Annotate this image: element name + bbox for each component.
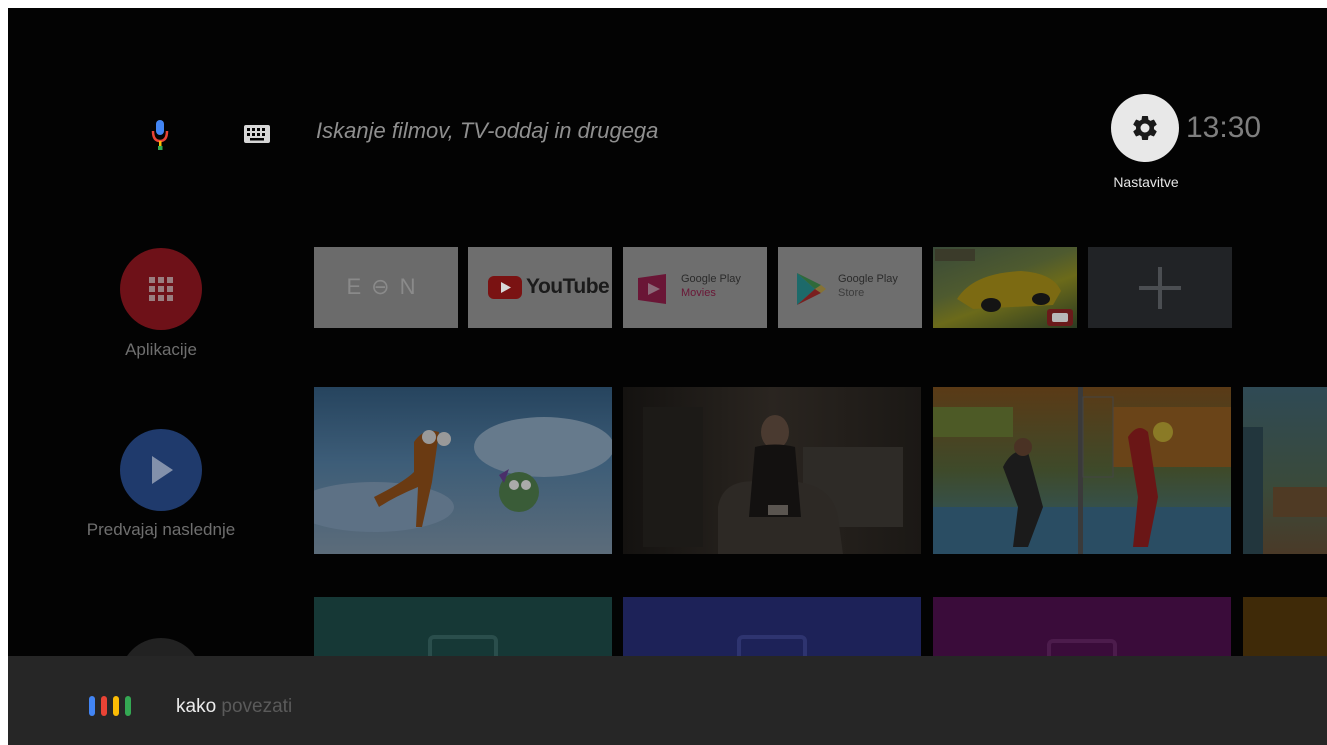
assistant-dot-red	[101, 696, 107, 716]
clock: 13:30	[1186, 111, 1262, 144]
app-tile-youtube[interactable]: YouTube	[468, 247, 612, 328]
settings-button[interactable]	[1111, 94, 1179, 162]
add-app-tile[interactable]	[1088, 247, 1232, 328]
gear-icon	[1133, 115, 1157, 140]
keyboard-icon[interactable]	[243, 124, 271, 144]
play-movies-line1: Google Play	[681, 273, 741, 285]
settings-label: Nastavitve	[1113, 174, 1179, 190]
apps-grid-icon	[149, 277, 173, 301]
youtube-play-icon	[488, 276, 522, 299]
racing-car-image	[935, 249, 1073, 326]
play-store-line1: Google Play	[838, 273, 898, 285]
content-card-volleyball[interactable]	[933, 387, 1231, 554]
query-suggested-text: povezati	[216, 696, 293, 717]
content-card-drama[interactable]	[623, 387, 921, 554]
play-icon	[152, 456, 173, 484]
app-tile-racing-game[interactable]	[933, 247, 1077, 328]
app-tile-eon[interactable]: E⊖N	[314, 247, 458, 328]
play-next-label: Predvajaj naslednje	[86, 520, 236, 539]
animated-characters-thumbnail	[314, 417, 612, 532]
search-input[interactable]: Iskanje filmov, TV-oddaj in drugega	[316, 114, 658, 148]
woman-in-chair-thumbnail	[643, 407, 903, 554]
assistant-query-text: kako povezati	[176, 696, 292, 718]
play-store-line2: Store	[838, 287, 865, 299]
assistant-dot-blue	[89, 696, 95, 716]
play-store-icon	[797, 273, 826, 305]
query-typed-text: kako	[176, 696, 217, 717]
app-tile-play-store[interactable]: Google Play Store	[778, 247, 922, 328]
content-card-animation[interactable]	[314, 387, 612, 554]
eon-logo: E⊖N	[346, 274, 426, 299]
assistant-query-bar: kako povezati	[8, 656, 1327, 745]
play-movies-icon	[638, 274, 666, 304]
home-screen: Iskanje filmov, TV-oddaj in drugega Nast…	[8, 8, 1327, 745]
youtube-wordmark: YouTube	[526, 275, 610, 298]
apps-label: Aplikacije	[125, 340, 197, 359]
microphone-icon[interactable]	[150, 118, 170, 152]
apps-button[interactable]	[120, 248, 202, 330]
plus-icon	[1139, 266, 1181, 309]
app-tile-play-movies[interactable]: Google Play Movies	[623, 247, 767, 328]
play-movies-line2: Movies	[681, 287, 716, 299]
assistant-dot-green	[125, 696, 131, 716]
content-card-partial[interactable]	[1243, 387, 1327, 554]
assistant-dot-yellow	[113, 696, 119, 716]
volleyball-players-thumbnail	[933, 387, 1231, 554]
play-next-button[interactable]	[120, 429, 202, 511]
partial-thumbnail	[1243, 427, 1327, 554]
